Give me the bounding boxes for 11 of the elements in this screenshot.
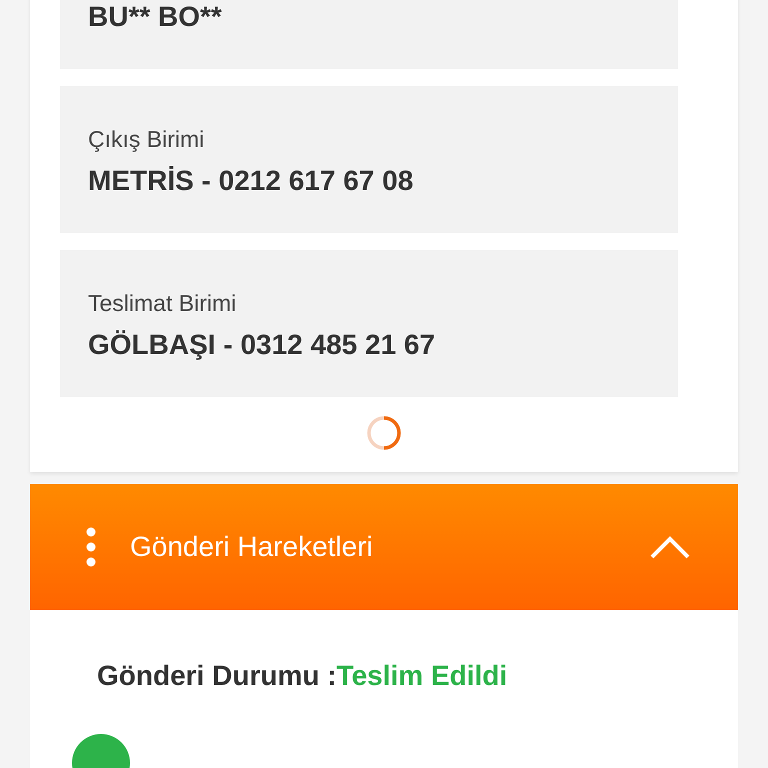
field-value: METRİS - 0212 617 67 08 — [88, 165, 414, 197]
field-label: Çıkış Birimi — [88, 126, 206, 153]
field-label: Teslimat Birimi — [88, 290, 238, 317]
field-value: BU** BO** — [88, 1, 223, 33]
section-title: Gönderi Hareketleri — [130, 531, 374, 563]
field-value: GÖLBAŞI - 0312 485 21 67 — [88, 329, 436, 361]
chevron-up-icon[interactable] — [650, 535, 690, 559]
loading-spinner-icon — [366, 415, 402, 451]
section-header[interactable]: Gönderi Hareketleri — [30, 484, 738, 610]
more-vertical-icon[interactable] — [86, 527, 96, 567]
status-text: Gönderi Durumu :Teslim Edildi — [97, 660, 508, 692]
